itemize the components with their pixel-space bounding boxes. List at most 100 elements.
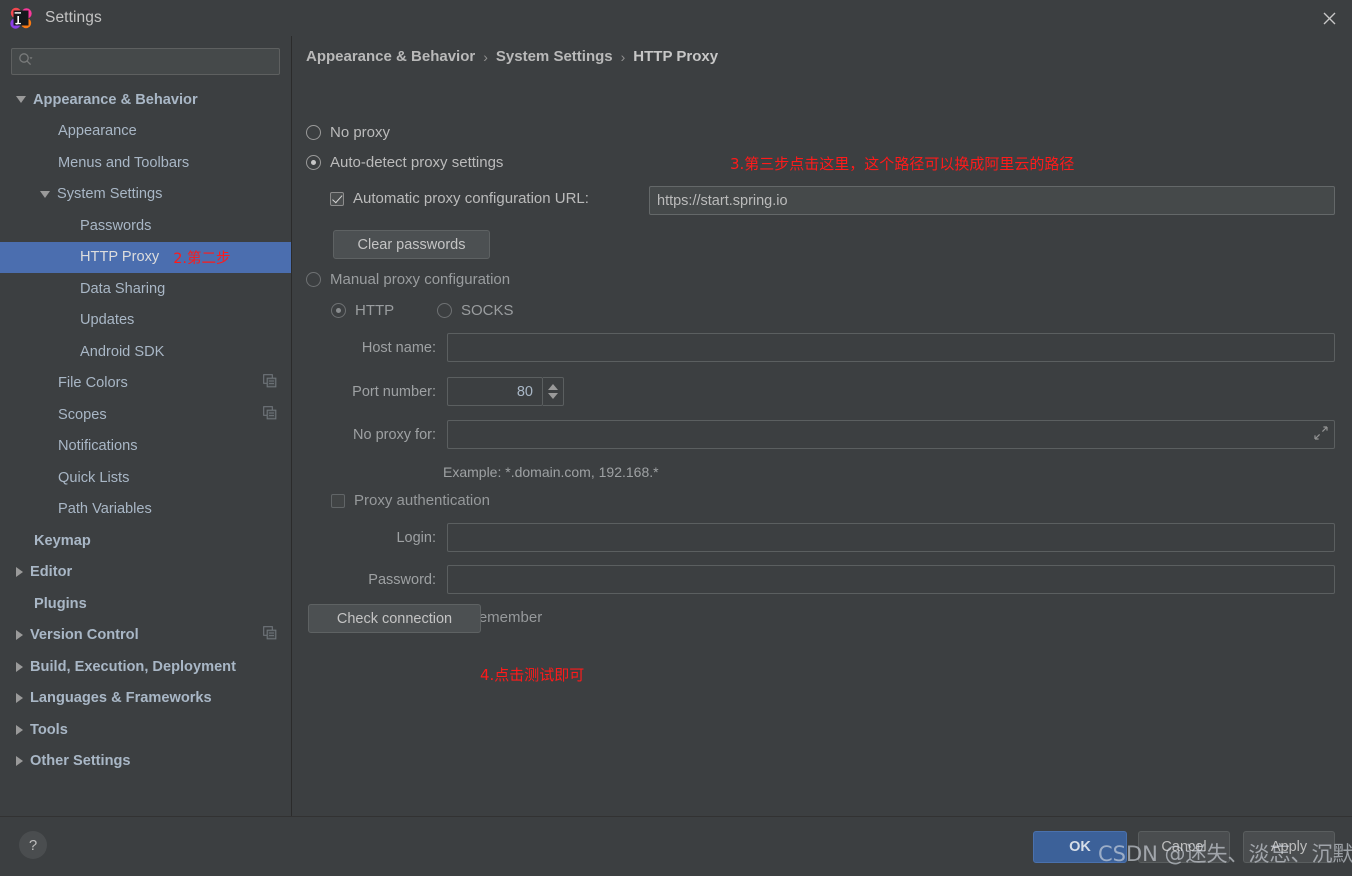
clear-passwords-button[interactable]: Clear passwords bbox=[333, 230, 490, 259]
sidebar-item-label: Data Sharing bbox=[80, 280, 166, 297]
http-radio[interactable] bbox=[331, 303, 346, 318]
sidebar-item-label: Languages & Frameworks bbox=[30, 690, 212, 707]
host-name-label: Host name: bbox=[361, 340, 436, 356]
proxy-authentication-checkbox[interactable] bbox=[331, 493, 345, 508]
no-proxy-for-input[interactable] bbox=[447, 420, 1335, 449]
search-input[interactable] bbox=[33, 53, 273, 70]
sidebar-item-data-sharing[interactable]: Data Sharing bbox=[0, 273, 291, 305]
login-label: Login: bbox=[396, 530, 436, 546]
no-proxy-radio[interactable] bbox=[306, 125, 321, 140]
settings-tree: Appearance & Behavior Appearance Menus and… bbox=[0, 84, 291, 777]
chevron-down-icon[interactable] bbox=[16, 96, 26, 104]
cancel-button[interactable]: Cancel bbox=[1138, 831, 1230, 863]
check-connection-button[interactable]: Check connection bbox=[308, 604, 481, 633]
sidebar-item-plugins[interactable]: Plugins bbox=[0, 588, 291, 620]
sidebar-item-http-proxy[interactable]: HTTP Proxy 2.第二步 bbox=[0, 241, 291, 273]
sidebar-item-appearance-behavior[interactable]: Appearance & Behavior bbox=[0, 84, 291, 116]
sidebar-item-menus-and-toolbars[interactable]: Menus and Toolbars bbox=[0, 147, 291, 179]
login-input[interactable] bbox=[447, 523, 1335, 552]
manual-proxy-option[interactable]: Manual proxy configuration bbox=[306, 271, 510, 288]
sidebar-item-label: Build, Execution, Deployment bbox=[30, 658, 236, 675]
chevron-right-icon[interactable] bbox=[16, 630, 23, 641]
sidebar-item-label: HTTP Proxy bbox=[80, 249, 160, 266]
sidebar-item-languages-frameworks[interactable]: Languages & Frameworks bbox=[0, 683, 291, 715]
chevron-right-icon[interactable] bbox=[16, 756, 23, 767]
stepper-up-icon[interactable] bbox=[548, 384, 558, 390]
copy-icon[interactable] bbox=[263, 405, 277, 424]
chevron-right-icon[interactable] bbox=[16, 661, 23, 672]
proxy-authentication-option[interactable]: Proxy authentication bbox=[331, 492, 490, 509]
intellij-idea-icon: J bbox=[9, 6, 33, 30]
expand-icon[interactable] bbox=[1314, 425, 1328, 444]
sidebar-item-file-colors[interactable]: File Colors bbox=[0, 368, 291, 400]
stepper-down-icon[interactable] bbox=[548, 393, 558, 399]
chevron-right-icon[interactable] bbox=[16, 567, 23, 578]
sidebar-item-passwords[interactable]: Passwords bbox=[0, 210, 291, 242]
sidebar-item-label: Menus and Toolbars bbox=[58, 154, 190, 171]
sidebar-item-system-settings[interactable]: System Settings bbox=[0, 179, 291, 211]
sidebar-item-label: Android SDK bbox=[80, 343, 165, 360]
auto-config-url-option[interactable]: Automatic proxy configuration URL: bbox=[330, 190, 589, 207]
sidebar-item-label: System Settings bbox=[57, 186, 163, 203]
auto-detect-label: Auto-detect proxy settings bbox=[330, 154, 504, 171]
apply-button[interactable]: Apply bbox=[1243, 831, 1335, 863]
port-number-input[interactable]: 80 bbox=[447, 377, 543, 406]
auto-detect-option[interactable]: Auto-detect proxy settings bbox=[306, 154, 503, 171]
sidebar-item-editor[interactable]: Editor bbox=[0, 557, 291, 589]
manual-proxy-label: Manual proxy configuration bbox=[330, 271, 511, 288]
sidebar-item-other-settings[interactable]: Other Settings bbox=[0, 746, 291, 778]
auto-config-url-input[interactable]: https://start.spring.io bbox=[649, 186, 1335, 215]
port-stepper-arrows[interactable] bbox=[543, 377, 564, 406]
example-hint: Example: *.domain.com, 192.168.* bbox=[443, 464, 659, 480]
no-proxy-option[interactable]: No proxy bbox=[306, 124, 390, 141]
sidebar-item-label: Plugins bbox=[34, 595, 87, 612]
socks-radio[interactable] bbox=[437, 303, 452, 318]
ok-button[interactable]: OK bbox=[1033, 831, 1127, 863]
chevron-right-icon[interactable] bbox=[16, 724, 23, 735]
auto-config-url-label: Automatic proxy configuration URL: bbox=[353, 190, 589, 207]
socks-protocol-option[interactable]: SOCKS bbox=[437, 302, 514, 319]
help-icon[interactable]: ? bbox=[19, 831, 47, 859]
port-number-stepper[interactable]: 80 bbox=[447, 377, 564, 406]
chevron-down-icon[interactable] bbox=[40, 190, 50, 198]
sidebar-item-scopes[interactable]: Scopes bbox=[0, 399, 291, 431]
http-proxy-panel: Appearance & Behavior › System Settings … bbox=[293, 36, 1352, 816]
breadcrumb-item-http-proxy: HTTP Proxy bbox=[633, 48, 719, 65]
no-proxy-label: No proxy bbox=[330, 124, 391, 141]
ok-label: OK bbox=[1069, 839, 1091, 855]
sidebar-item-notifications[interactable]: Notifications bbox=[0, 431, 291, 463]
http-protocol-option[interactable]: HTTP bbox=[331, 302, 394, 319]
sidebar-item-keymap[interactable]: Keymap bbox=[0, 525, 291, 557]
auto-config-url-value: https://start.spring.io bbox=[657, 192, 788, 209]
sidebar-item-quick-lists[interactable]: Quick Lists bbox=[0, 462, 291, 494]
password-label: Password: bbox=[368, 572, 436, 588]
window-title: Settings bbox=[45, 9, 102, 26]
sidebar-item-build-execution-deployment[interactable]: Build, Execution, Deployment bbox=[0, 651, 291, 683]
search-box[interactable] bbox=[11, 48, 280, 75]
sidebar-item-path-variables[interactable]: Path Variables bbox=[0, 494, 291, 526]
breadcrumb-item-appearance[interactable]: Appearance & Behavior bbox=[306, 48, 475, 65]
sidebar-item-tools[interactable]: Tools bbox=[0, 714, 291, 746]
manual-proxy-radio[interactable] bbox=[306, 272, 321, 287]
sidebar-item-version-control[interactable]: Version Control bbox=[0, 620, 291, 652]
chevron-right-icon[interactable] bbox=[16, 693, 23, 704]
sidebar-item-android-sdk[interactable]: Android SDK bbox=[0, 336, 291, 368]
sidebar-item-appearance[interactable]: Appearance bbox=[0, 116, 291, 148]
host-name-input[interactable] bbox=[447, 333, 1335, 362]
copy-icon[interactable] bbox=[263, 626, 277, 644]
port-number-value: 80 bbox=[516, 383, 533, 400]
password-input[interactable] bbox=[447, 565, 1335, 594]
breadcrumb-item-system-settings[interactable]: System Settings bbox=[496, 48, 613, 65]
auto-detect-radio[interactable] bbox=[306, 155, 321, 170]
close-icon[interactable] bbox=[1306, 0, 1352, 36]
auto-config-url-checkbox[interactable] bbox=[330, 191, 344, 206]
sidebar-item-updates[interactable]: Updates bbox=[0, 305, 291, 337]
copy-icon[interactable] bbox=[263, 374, 277, 392]
